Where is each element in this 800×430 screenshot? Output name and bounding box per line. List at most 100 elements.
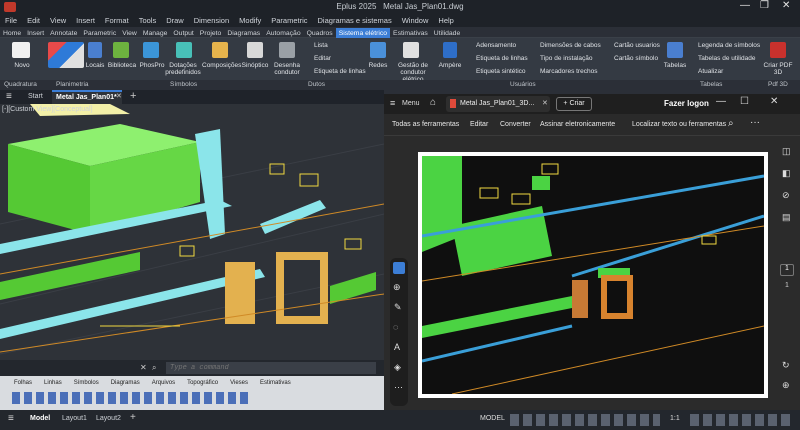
minimize-icon[interactable]: —: [740, 0, 750, 11]
pen-icon[interactable]: ✎: [394, 302, 402, 313]
locais-button[interactable]: Locais: [84, 62, 106, 69]
pdf-maximize-icon[interactable]: ☐: [740, 96, 749, 107]
select-icon[interactable]: [393, 262, 405, 274]
status-menu-icon[interactable]: ≡: [8, 413, 14, 424]
ampere-button[interactable]: Ampère: [438, 62, 462, 69]
menu-modify[interactable]: Modify: [234, 14, 266, 27]
find-button[interactable]: Localizar texto ou ferramentas: [632, 121, 726, 128]
attach-icon[interactable]: ⊘: [782, 190, 790, 201]
palette-tab-vieses[interactable]: Vieses: [230, 380, 248, 386]
lista-button[interactable]: Lista: [314, 42, 328, 50]
zoom-in-icon[interactable]: ⊕: [782, 380, 790, 391]
scale-label[interactable]: 1:1: [670, 415, 680, 422]
pdf-minimize-icon[interactable]: —: [716, 96, 726, 107]
marcadores-button[interactable]: Marcadores trechos: [540, 68, 597, 76]
sign-button[interactable]: Assinar eletronicamente: [540, 121, 615, 128]
tab-drawing[interactable]: Metal Jas_Plan01*: [52, 90, 122, 104]
refresh-icon[interactable]: ↻: [782, 360, 790, 371]
close-icon[interactable]: ✕: [782, 0, 790, 11]
menu-file[interactable]: File: [0, 14, 22, 27]
palette-tab-diagramas[interactable]: Diagramas: [111, 380, 140, 386]
sinoptico-button[interactable]: Sinóptico: [240, 62, 270, 69]
tipo-instalacao-button[interactable]: Tipo de instalação: [540, 55, 593, 63]
cad-viewport[interactable]: [-][Custom View][Conceptual]: [0, 104, 384, 360]
criar-pdf-button[interactable]: Criar PDF 3D: [760, 62, 796, 76]
pdf-doc-tab[interactable]: Metal Jas_Plan01_3D...: [446, 96, 550, 112]
palette-tab-estimativas[interactable]: Estimativas: [260, 380, 291, 386]
palette-tab-simbolos[interactable]: Símbolos: [74, 380, 99, 386]
logon-button[interactable]: Fazer logon: [664, 99, 709, 108]
biblioteca-button[interactable]: Biblioteca: [106, 62, 138, 69]
layers-icon[interactable]: ▤: [782, 212, 791, 223]
layout-tab-model[interactable]: Model: [30, 415, 50, 422]
palette-tab-arquivos[interactable]: Arquivos: [152, 380, 175, 386]
menu-insert[interactable]: Insert: [71, 14, 100, 27]
command-input[interactable]: [166, 362, 376, 374]
create-button[interactable]: + Criar: [556, 97, 592, 111]
menu-help[interactable]: Help: [433, 14, 458, 27]
palette-tab-topografico[interactable]: Topográfico: [187, 380, 218, 386]
group-planimetria: Planimetria: [56, 81, 89, 88]
legenda-button[interactable]: Legenda de símbolos: [698, 42, 760, 50]
add-tab-button[interactable]: +: [130, 90, 136, 102]
menu-window[interactable]: Window: [397, 14, 434, 27]
viewport-label[interactable]: [-][Custom View][Conceptual]: [2, 106, 93, 113]
pdf-close-icon[interactable]: ✕: [770, 96, 778, 107]
all-tools-button[interactable]: Todas as ferramentas: [392, 121, 459, 128]
composicoes-button[interactable]: Composições: [202, 62, 241, 69]
fill-icon[interactable]: ◈: [394, 362, 401, 373]
etiqueta-sintetico-button[interactable]: Etiqueta sintético: [476, 68, 526, 76]
group-quadratura: Quadratura: [4, 81, 37, 88]
menu-view[interactable]: View: [45, 14, 71, 27]
phospro-button[interactable]: PhosPro: [138, 62, 166, 69]
more-tools-icon[interactable]: ⋯: [394, 382, 403, 393]
tabelas-utilidade-button[interactable]: Tabelas de utilidade: [698, 55, 755, 63]
menu-dimension[interactable]: Dimension: [189, 14, 234, 27]
palette-tab-linhas[interactable]: Linhas: [44, 380, 62, 386]
dimensoes-button[interactable]: Dimensões de cabos: [540, 42, 601, 50]
convert-button[interactable]: Converter: [500, 121, 531, 128]
close-cmd-icon[interactable]: ✕: [140, 363, 147, 372]
menu-edit[interactable]: Edit: [22, 14, 45, 27]
page-number[interactable]: 1: [780, 264, 794, 276]
model-space-label[interactable]: MODEL: [480, 415, 505, 422]
add-layout-button[interactable]: +: [130, 412, 136, 423]
atualizar-button[interactable]: Atualizar: [698, 68, 723, 76]
dotacoes-button[interactable]: Dotações predefinidos: [164, 62, 202, 76]
comment-icon[interactable]: ◫: [782, 146, 791, 157]
menu-format[interactable]: Format: [100, 14, 134, 27]
etiqueta-button[interactable]: Etiqueta de linhas: [314, 68, 366, 76]
cartao-simbolo-button[interactable]: Cartão símbolo: [614, 55, 658, 63]
pdf-menu-icon[interactable]: ≡: [390, 98, 395, 108]
adensamento-button[interactable]: Adensamento: [476, 42, 516, 50]
tab-close-icon[interactable]: ✕: [116, 92, 122, 100]
zoom-icon[interactable]: ⊕: [393, 282, 401, 293]
novo-button[interactable]: Novo: [8, 62, 36, 69]
pdf-tab-close-icon[interactable]: ✕: [542, 99, 548, 107]
palette-tab-folhas[interactable]: Folhas: [14, 380, 32, 386]
edit-button[interactable]: Editar: [470, 121, 488, 128]
tab-start[interactable]: Start: [28, 93, 43, 100]
menu-tools[interactable]: Tools: [134, 14, 162, 27]
bookmark-icon[interactable]: ◧: [782, 168, 791, 179]
desenha-button[interactable]: Desenha condutor: [270, 62, 304, 76]
text-icon[interactable]: A: [394, 342, 400, 352]
cartao-usuarios-button[interactable]: Cartão usuarios: [614, 42, 660, 50]
menu-parametric[interactable]: Parametric: [266, 14, 312, 27]
restore-icon[interactable]: ❐: [760, 0, 769, 11]
etiqueta-linhas-button[interactable]: Etiqueta de linhas: [476, 55, 528, 63]
search-icon[interactable]: ⌕: [728, 118, 734, 129]
more-icon[interactable]: ···: [750, 117, 760, 128]
lasso-icon[interactable]: ◌: [393, 322, 398, 332]
layout-tab-2[interactable]: Layout2: [96, 415, 121, 422]
redes-button[interactable]: Redes: [366, 62, 390, 69]
menu-draw[interactable]: Draw: [161, 14, 189, 27]
hamburger-icon[interactable]: ≡: [6, 91, 12, 102]
home-icon[interactable]: ⌂: [430, 97, 436, 108]
pdf-menu-label[interactable]: Menu: [402, 100, 420, 107]
layout-tab-1[interactable]: Layout1: [62, 415, 87, 422]
pdf-page[interactable]: [418, 152, 768, 398]
tabelas-button[interactable]: Tabelas: [661, 62, 689, 69]
menu-diagramas[interactable]: Diagramas e sistemas: [313, 14, 397, 27]
editar-button[interactable]: Editar: [314, 55, 331, 63]
